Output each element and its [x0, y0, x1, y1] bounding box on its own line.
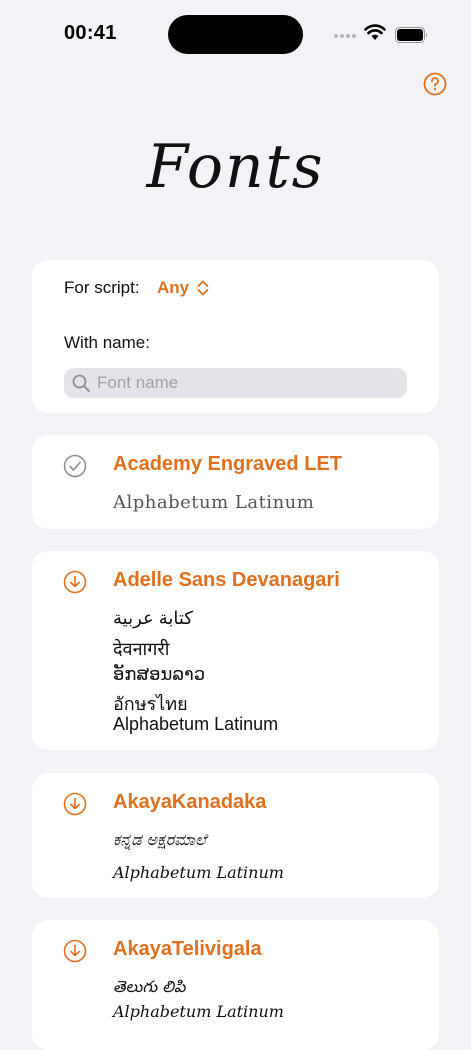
font-sample: Alphabetum Latinum	[113, 863, 284, 882]
battery-icon	[395, 27, 427, 43]
font-card-akayakanadaka[interactable]: AkayaKanadaka ಕನ್ನಡ ಅಕ್ಷರಮಾಲೆ Alphabetum…	[32, 773, 439, 898]
status-bar: 00:41	[0, 0, 471, 70]
name-label: With name:	[64, 333, 150, 352]
page-title: Fonts	[146, 132, 325, 202]
search-icon	[72, 374, 90, 392]
download-icon[interactable]	[63, 939, 87, 963]
help-icon[interactable]	[423, 72, 447, 96]
script-picker-value: Any	[157, 278, 190, 297]
search-input[interactable]	[97, 368, 397, 398]
font-sample: తెలుగు లిపి	[113, 977, 186, 996]
font-card-academy-engraved[interactable]: Academy Engraved LET Alphabetum Latinum	[32, 435, 439, 529]
font-sample: देवनागरी	[113, 639, 170, 659]
search-field[interactable]	[64, 368, 407, 398]
script-picker[interactable]: Any	[157, 278, 209, 298]
font-name: AkayaTelivigala	[113, 938, 262, 960]
font-sample: Alphabetum Latinum	[113, 714, 279, 734]
font-name: Academy Engraved LET	[113, 453, 342, 475]
font-card-akayatelivigala[interactable]: AkayaTelivigala తెలుగు లిపి Alphabetum L…	[32, 920, 439, 1050]
font-sample: Alphabetum Latinum	[113, 1002, 284, 1021]
font-name: Adelle Sans Devanagari	[113, 569, 340, 591]
dynamic-island	[168, 15, 303, 54]
filter-card: For script: Any With name:	[32, 260, 439, 413]
font-sample: ອັກສອນລາວ	[113, 664, 206, 684]
font-name: AkayaKanadaka	[113, 791, 267, 813]
download-icon[interactable]	[63, 570, 87, 594]
font-sample: ಕನ್ನಡ ಅಕ್ಷರಮಾಲೆ	[113, 830, 207, 849]
script-label: For script:	[64, 278, 140, 297]
checkmark-circle-icon	[63, 454, 87, 478]
chevron-up-down-icon	[197, 280, 209, 296]
font-sample: كتابة عربية	[113, 608, 193, 628]
status-time: 00:41	[64, 22, 117, 44]
font-sample: Alphabetum Latinum	[113, 492, 315, 513]
font-card-adelle-sans-devanagari[interactable]: Adelle Sans Devanagari كتابة عربية देवना…	[32, 551, 439, 750]
download-icon[interactable]	[63, 792, 87, 816]
cellular-signal-icon	[334, 34, 356, 38]
wifi-icon	[364, 24, 386, 40]
